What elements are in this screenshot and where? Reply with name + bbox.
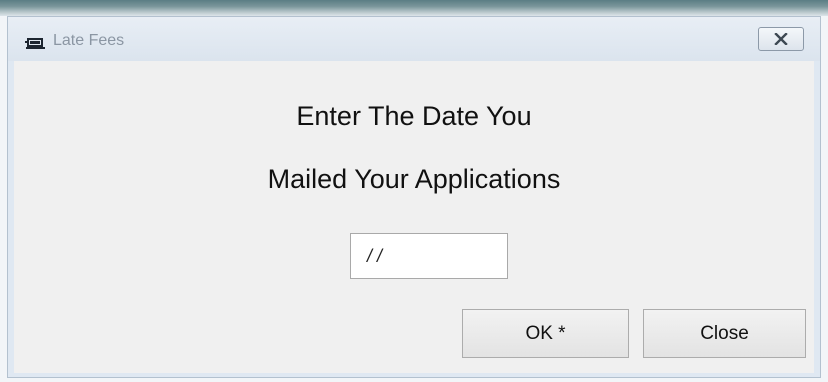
ok-button[interactable]: OK * [462, 309, 629, 358]
title-bar: Late Fees [8, 17, 820, 61]
close-button[interactable]: Close [643, 309, 806, 358]
close-icon [774, 33, 788, 45]
window-close-button[interactable] [758, 27, 804, 51]
late-fees-dialog: Late Fees Enter The Date You Mailed Your… [7, 16, 821, 378]
window-title: Late Fees [53, 32, 125, 49]
mailed-date-input[interactable] [350, 233, 508, 279]
desktop-background [0, 0, 828, 16]
car-icon [25, 38, 45, 49]
prompt-line-1: Enter The Date You [296, 101, 532, 131]
prompt-line-2: Mailed Your Applications [267, 164, 561, 194]
dialog-body: Enter The Date You Mailed Your Applicati… [14, 61, 814, 373]
